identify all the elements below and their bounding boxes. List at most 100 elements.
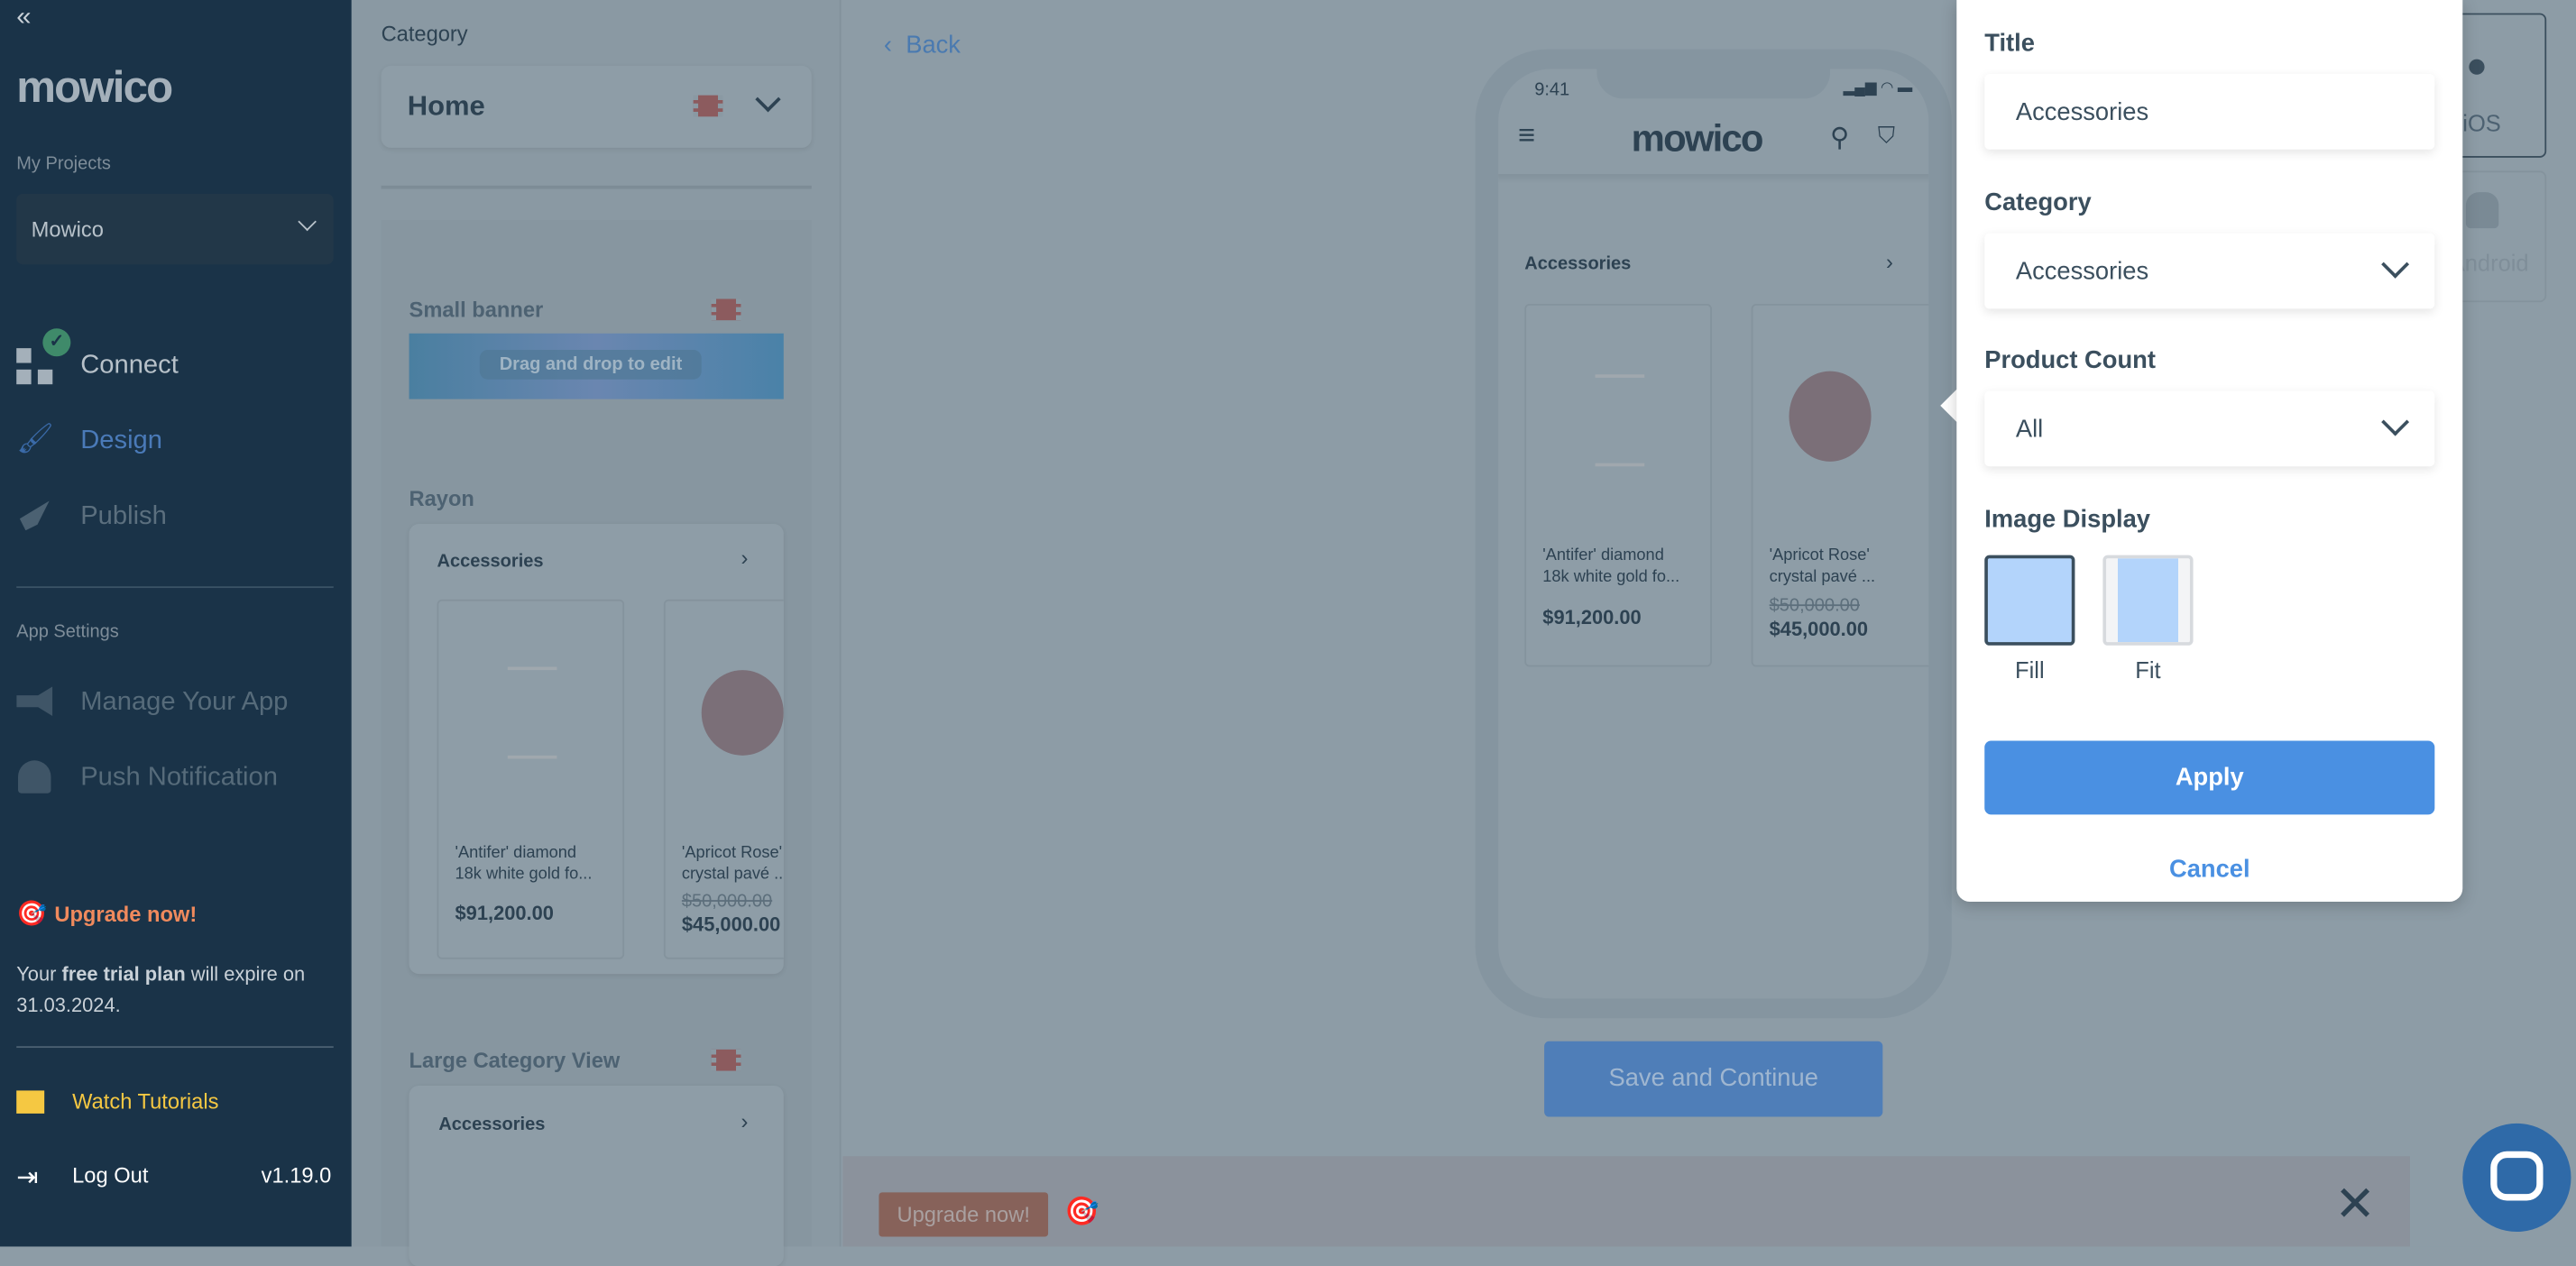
my-projects-label: My Projects <box>16 154 111 175</box>
component-settings-popover: Title Accessories Category Accessories P… <box>1956 0 2463 902</box>
chevron-right-icon: › <box>741 1108 749 1133</box>
title-value: Accessories <box>2015 98 2149 127</box>
collapse-icon[interactable]: « <box>16 4 31 33</box>
display-fit-option[interactable] <box>2102 555 2194 646</box>
display-fill-option[interactable] <box>1984 555 2075 646</box>
large-category-name: Accessories <box>438 1115 546 1135</box>
search-icon[interactable]: ⚲ <box>1830 122 1849 154</box>
product-image <box>701 670 784 756</box>
logo: mowico <box>16 62 173 112</box>
chevron-down-icon <box>2381 250 2410 279</box>
product-old-price: $50,000.00 <box>681 892 773 912</box>
header-shadow <box>1498 174 1929 184</box>
project-select[interactable]: Mowico <box>16 193 334 265</box>
save-continue-button[interactable]: Save and Continue <box>1544 1041 1883 1117</box>
image-display-label: Image Display <box>1984 505 2151 534</box>
title-label: Title <box>1984 29 2035 58</box>
watch-tutorials-link[interactable]: Watch Tutorials <box>16 1087 328 1117</box>
product-card[interactable]: 'Antifer' diamond 18k white gold fo... $9… <box>1524 303 1712 667</box>
chat-button[interactable] <box>2462 1123 2571 1233</box>
large-category-component[interactable]: Accessories › <box>409 1085 784 1266</box>
apply-button[interactable]: Apply <box>1984 740 2435 815</box>
product-count-value: All <box>2015 415 2044 444</box>
rocket-icon <box>19 500 50 531</box>
product-old-price: $50,000.00 <box>1769 596 1860 617</box>
product-price: $45,000.00 <box>1769 617 1869 641</box>
cancel-button[interactable]: Cancel <box>1984 856 2434 884</box>
component-list: Small banner Drag and drop to edit Rayon… <box>381 220 812 1266</box>
product-count-label: Product Count <box>1984 346 2156 375</box>
divider <box>16 1046 334 1049</box>
upgrade-link[interactable]: 🎯 Upgrade now! <box>16 898 197 930</box>
category-panel: Category Home Small banner Drag and drop… <box>351 0 842 1266</box>
nav-push-notification[interactable]: Push Notification <box>16 758 328 798</box>
paintbrush-icon: 🖌 <box>16 422 54 455</box>
menu-icon[interactable]: ≡ <box>1518 118 1535 152</box>
product-image <box>1595 374 1645 467</box>
chevron-down-icon <box>755 87 781 113</box>
sidebar: « mowico My Projects Mowico ✓ Connect 🖌 … <box>0 0 352 1247</box>
logout-label: Log Out <box>72 1162 149 1188</box>
product-card[interactable]: 'Apricot Rose' crystal pavé ... $50,000.0… <box>663 599 784 959</box>
video-icon[interactable] <box>711 298 741 321</box>
phone-frame: 9:41 ▂▄▆ ◠ ▬ ≡ mowico ⚲ ⛉ Accessories › … <box>1475 49 1952 1019</box>
nav-label: Manage Your App <box>80 688 289 717</box>
category-label: Category <box>381 21 468 46</box>
category-select[interactable]: Home <box>381 65 812 148</box>
video-icon[interactable] <box>711 1049 741 1071</box>
product-image <box>507 666 557 759</box>
product-card[interactable]: 'Antifer' diamond 18k white gold fo... $9… <box>437 599 625 959</box>
product-name: 'Antifer' diamond 18k white gold fo... <box>455 844 593 884</box>
upgrade-button[interactable]: Upgrade now! <box>879 1192 1048 1237</box>
logout-button[interactable]: ⇥ Log Out <box>16 1160 214 1193</box>
video-icon[interactable] <box>693 95 723 117</box>
product-name: 'Apricot Rose' crystal pavé ... <box>1769 546 1876 587</box>
close-icon[interactable]: ✕ <box>2334 1180 2376 1231</box>
project-name: Mowico <box>31 216 104 242</box>
nav-design[interactable]: 🖌 Design <box>16 422 312 464</box>
fit-label: Fit <box>2135 656 2161 683</box>
product-price: $91,200.00 <box>1542 606 1642 629</box>
app-logo: mowico <box>1631 116 1764 160</box>
small-banner[interactable]: Drag and drop to edit <box>409 333 784 399</box>
large-category-title: Large Category View <box>409 1048 621 1073</box>
video-icon <box>16 1090 45 1114</box>
divider <box>16 586 334 589</box>
nav-connect[interactable]: ✓ Connect <box>16 328 312 388</box>
title-input[interactable]: Accessories <box>1984 73 2435 150</box>
nav-label: Design <box>80 427 162 455</box>
logout-icon: ⇥ <box>16 1164 39 1193</box>
upgrade-label: Upgrade now! <box>54 901 198 927</box>
trial-date: 31.03.2024. <box>16 993 121 1017</box>
phone-screen: 9:41 ▂▄▆ ◠ ▬ ≡ mowico ⚲ ⛉ Accessories › … <box>1498 69 1929 999</box>
product-count-select[interactable]: All <box>1984 390 2435 467</box>
trial-text: Your <box>16 962 62 986</box>
basket-icon[interactable]: ⛉ <box>1878 122 1895 150</box>
app-settings-label: App Settings <box>16 622 119 643</box>
rayon-component[interactable]: Accessories › 'Antifer' diamond 18k white… <box>409 524 784 975</box>
product-card[interactable]: 'Apricot Rose' crystal pavé ... $50,000.0… <box>1751 303 1929 667</box>
chat-icon <box>2490 1151 2544 1201</box>
watch-tutorials-label: Watch Tutorials <box>72 1088 219 1114</box>
nav-label: Connect <box>80 351 179 380</box>
chevron-right-icon: › <box>741 545 749 571</box>
nav-manage-app[interactable]: Manage Your App <box>16 683 328 723</box>
check-icon: ✓ <box>42 328 71 357</box>
nav-label: Push Notification <box>80 763 278 792</box>
target-icon: 🎯 <box>1064 1195 1099 1227</box>
back-label: Back <box>906 31 961 60</box>
chevron-right-icon[interactable]: › <box>1886 250 1893 274</box>
product-price: $45,000.00 <box>681 913 781 937</box>
bell-icon <box>18 760 51 794</box>
status-time: 9:41 <box>1534 80 1570 101</box>
back-button[interactable]: ‹ Back <box>884 32 961 60</box>
category-select[interactable]: Accessories <box>1984 233 2435 309</box>
status-icons: ▂▄▆ ◠ ▬ <box>1843 78 1913 96</box>
rayon-title: Rayon <box>409 486 474 511</box>
product-image <box>1789 371 1872 462</box>
android-icon <box>2465 192 2499 229</box>
drag-drop-hint: Drag and drop to edit <box>479 349 703 380</box>
nav-publish[interactable]: Publish <box>16 498 312 540</box>
trial-notice: Your free trial plan will expire on 31.03… <box>16 959 336 1022</box>
product-name: 'Apricot Rose' crystal pavé ... <box>681 844 784 884</box>
